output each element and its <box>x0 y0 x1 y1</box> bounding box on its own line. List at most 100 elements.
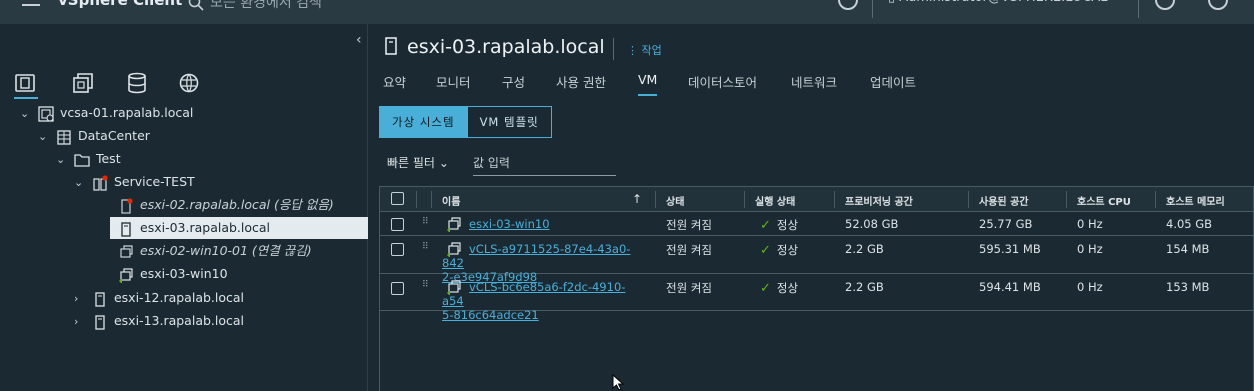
cell-provisioned: 52.08 GB <box>845 217 899 231</box>
vm-name-link[interactable]: vCLS-bc6e85a6-f2dc-4910-a54 5-816c64adce… <box>442 280 647 322</box>
cell-used: 594.41 MB <box>979 280 1041 294</box>
chevron-down-icon[interactable]: ⌄ <box>56 149 70 171</box>
hosts-clusters-icon[interactable] <box>14 72 36 94</box>
column-divider <box>431 191 432 208</box>
row-checkbox[interactable] <box>391 243 404 256</box>
vm-name: vCLS-bc6e85a6-f2dc-4910-a54 <box>442 280 626 308</box>
tree-item-datacenter[interactable]: ⌄ DataCenter <box>38 125 150 147</box>
tab-networks[interactable]: 네트워크 <box>791 72 837 96</box>
host-title: esxi-03.rapalab.local <box>407 36 605 58</box>
refresh-icon[interactable] <box>838 0 858 10</box>
host-alert-icon <box>121 197 133 214</box>
tree-item-label: esxi-12.rapalab.local <box>113 290 245 305</box>
column-used-space[interactable]: 사용된 공간 <box>979 193 1028 208</box>
datacenter-icon <box>57 129 71 145</box>
tab-monitor[interactable]: 모니터 <box>436 72 471 96</box>
tree-item-folder-test[interactable]: ⌄ Test <box>56 148 121 170</box>
cell-provisioned: 2.2 GB <box>845 242 884 256</box>
tab-vms[interactable]: VM <box>638 72 658 96</box>
sort-ascending-icon[interactable]: ↑ <box>632 192 642 206</box>
table-row[interactable]: ⠿ esxi-03-win10 전원 켜짐 ✓ 정상 52.08 GB 25.77… <box>380 212 1253 236</box>
feedback-icon[interactable] <box>1155 0 1175 10</box>
global-search[interactable]: 모든 환경에서 검색 <box>188 0 322 12</box>
vm-powered-on-icon <box>119 267 133 283</box>
tree-item-vm-esxi-02-win10[interactable]: esxi-02-win10-01 (연결 끊김) <box>118 240 312 262</box>
run-state-label: 정상 <box>776 281 799 295</box>
header-divider <box>872 0 873 18</box>
column-divider <box>655 191 656 208</box>
collapse-panel-icon[interactable]: ‹ <box>356 32 362 48</box>
actions-label: 작업 <box>641 44 662 57</box>
table-row[interactable]: ⠿ vCLS-a9711525-87e4-43a0-842 2-e3e947af… <box>380 236 1253 284</box>
header-divider <box>1138 0 1139 18</box>
actions-menu[interactable]: ⋮ 작업 <box>627 42 662 58</box>
tab-permissions[interactable]: 사용 권한 <box>556 72 606 96</box>
row-checkbox[interactable] <box>391 218 404 231</box>
tab-summary[interactable]: 요약 <box>383 72 406 96</box>
column-run-state[interactable]: 실행 상태 <box>755 193 795 208</box>
quick-filter-dropdown[interactable]: 빠른 필터 ⌄ <box>387 154 449 171</box>
more-vertical-icon: ⋮ <box>627 44 642 57</box>
host-icon <box>95 314 105 330</box>
column-host-cpu[interactable]: 호스트 CPU <box>1077 193 1131 208</box>
vcenter-icon <box>38 105 54 122</box>
column-host-memory[interactable]: 호스트 메모리 <box>1166 193 1225 208</box>
title-divider <box>613 38 614 60</box>
page-title: esxi-03.rapalab.local <box>383 36 605 58</box>
cell-used: 25.77 GB <box>979 217 1033 231</box>
virtual-machines-button[interactable]: 가상 시스템 <box>379 106 468 138</box>
vm-name: esxi-03-win10 <box>469 217 550 231</box>
vms-templates-icon[interactable] <box>72 72 94 94</box>
column-state[interactable]: 상태 <box>666 193 684 208</box>
cell-host-cpu: 0 Hz <box>1077 242 1103 256</box>
table-row[interactable]: ⠿ vCLS-bc6e85a6-f2dc-4910-a54 5-816c64ad… <box>380 274 1253 322</box>
select-all-checkbox[interactable] <box>391 192 404 205</box>
check-icon: ✓ <box>760 281 771 296</box>
tree-item-label: esxi-02.rapalab.local (응답 없음) <box>140 197 334 212</box>
vm-type-toggle: 가상 시스템 VM 템플릿 <box>379 106 552 138</box>
chevron-down-icon[interactable]: ⌄ <box>20 103 34 125</box>
top-header-bar: vSphere Client 모든 환경에서 검색 ▯ Administrato… <box>0 0 1254 24</box>
column-provisioned-space[interactable]: 프로비저닝 공간 <box>845 193 913 208</box>
tab-updates[interactable]: 업데이트 <box>870 72 916 96</box>
storage-icon[interactable] <box>126 72 148 94</box>
user-menu[interactable]: ▯ Administrator@VSPHERE.LOCAL <box>888 0 1107 5</box>
chevron-down-icon[interactable]: ⌄ <box>74 172 88 194</box>
vm-name-link[interactable]: esxi-03-win10 <box>469 217 550 231</box>
networking-icon[interactable] <box>178 72 200 94</box>
chevron-down-icon[interactable]: ⌄ <box>38 126 52 148</box>
row-checkbox[interactable] <box>391 282 404 295</box>
drag-handle-icon[interactable]: ⠿ <box>422 242 429 252</box>
tab-datastores[interactable]: 데이터스토어 <box>688 72 757 96</box>
folder-icon <box>74 153 90 167</box>
menu-icon[interactable] <box>22 0 40 6</box>
drag-handle-icon[interactable]: ⠿ <box>422 280 429 290</box>
tree-item-vm-esxi-03-win10[interactable]: esxi-03-win10 <box>118 263 228 285</box>
cell-provisioned: 2.2 GB <box>845 280 884 294</box>
filter-placeholder: 값 입력 <box>473 156 510 170</box>
tree-item-host-esxi-13[interactable]: › esxi-13.rapalab.local <box>74 310 244 332</box>
column-name[interactable]: 이름 <box>442 193 460 208</box>
cell-used: 595.31 MB <box>979 242 1041 256</box>
tree-item-host-esxi-03[interactable]: esxi-03.rapalab.local <box>110 217 368 239</box>
chevron-right-icon[interactable]: › <box>74 311 88 333</box>
help-icon[interactable] <box>1208 0 1228 10</box>
vm-powered-on-icon <box>447 217 461 232</box>
cell-run-state: ✓ 정상 <box>760 242 798 258</box>
cell-run-state: ✓ 정상 <box>760 280 798 296</box>
tab-configure[interactable]: 구성 <box>502 72 525 96</box>
tree-item-cluster[interactable]: ⌄ Service-TEST <box>74 171 195 193</box>
vm-name: vCLS-a9711525-87e4-43a0-842 <box>442 242 631 270</box>
cell-host-memory: 154 MB <box>1166 242 1210 256</box>
tree-item-label: esxi-03-win10 <box>140 266 228 281</box>
chevron-right-icon[interactable]: › <box>74 288 88 310</box>
drag-handle-icon[interactable]: ⠿ <box>422 217 429 227</box>
tree-item-host-esxi-12[interactable]: › esxi-12.rapalab.local <box>74 287 244 309</box>
cell-run-state: ✓ 정상 <box>760 217 798 233</box>
column-divider <box>744 191 745 208</box>
tree-item-vcenter[interactable]: ⌄ vcsa-01.rapalab.local <box>20 102 193 124</box>
tree-item-host-esxi-02[interactable]: esxi-02.rapalab.local (응답 없음) <box>118 194 334 216</box>
tree-item-label: DataCenter <box>77 128 150 143</box>
vm-templates-button[interactable]: VM 템플릿 <box>467 106 552 138</box>
filter-value-input[interactable]: 값 입력 <box>473 150 616 176</box>
